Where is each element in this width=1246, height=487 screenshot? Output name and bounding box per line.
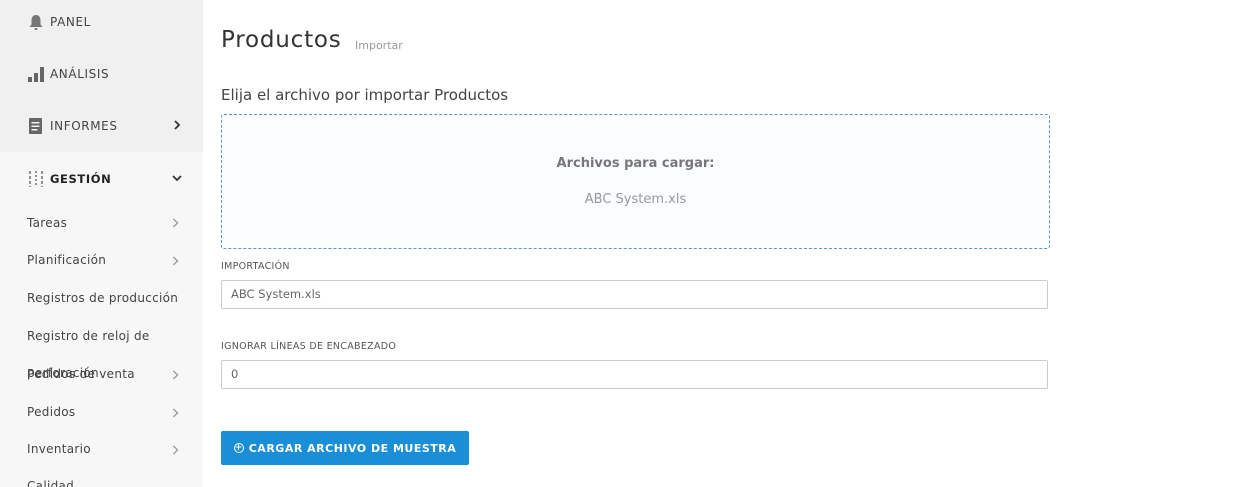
nav-item-label: ANÁLISIS — [50, 67, 110, 81]
page-subtitle: Importar — [355, 39, 403, 52]
bar-chart-icon — [27, 65, 45, 83]
sidebar-item-label: Pedidos — [27, 405, 76, 419]
sidebar-item-label: Tareas — [27, 216, 68, 230]
plus-circle-icon: + — [233, 443, 244, 453]
sidebar-item-label: Registros de producción — [27, 291, 179, 305]
sidebar-item-registros-produccion[interactable]: Registros de producción — [27, 291, 178, 305]
chevron-right-icon — [172, 119, 182, 133]
sidebar-item-label: Calidad — [27, 479, 75, 487]
sliders-icon — [27, 170, 45, 188]
nav-item-label: GESTIÓN — [50, 172, 112, 186]
import-field[interactable]: ABC System.xls — [221, 280, 1048, 309]
chevron-right-icon — [172, 256, 179, 269]
sidebar-item-inventario[interactable]: Inventario — [27, 442, 91, 456]
nav-item-panel[interactable]: PANEL — [27, 13, 91, 31]
chevron-right-icon — [172, 445, 179, 458]
sidebar-item-planificacion[interactable]: Planificación — [27, 253, 106, 267]
main-content: Productos Importar Elija el archivo por … — [221, 0, 1221, 487]
sidebar-item-pedidos[interactable]: Pedidos — [27, 405, 75, 419]
dropzone-title: Archivos para cargar: — [556, 156, 715, 171]
ignore-header-lines-field[interactable]: 0 — [221, 360, 1048, 389]
ignore-header-lines-label: IGNORAR LÍNEAS DE ENCABEZADO — [221, 341, 397, 352]
chevron-right-icon — [172, 408, 179, 421]
choose-file-label: Elija el archivo por importar Productos — [221, 86, 509, 104]
sidebar-item-label: Pedidos de venta — [27, 367, 135, 381]
nav-item-analisis[interactable]: ANÁLISIS — [27, 65, 109, 83]
bell-icon — [27, 13, 45, 31]
import-field-label: IMPORTACIÓN — [221, 261, 290, 272]
upload-sample-label: CARGAR ARCHIVO DE MUESTRA — [248, 441, 457, 455]
file-dropzone[interactable]: Archivos para cargar: ABC System.xls — [221, 114, 1050, 249]
sidebar-item-registro-reloj[interactable]: Registro de reloj de — [27, 329, 150, 343]
sidebar-item-label: Inventario — [27, 442, 91, 456]
nav-item-informes[interactable]: INFORMES — [27, 117, 197, 135]
dropzone-file-name: ABC System.xls — [584, 192, 687, 207]
gestion-section: GESTIÓN Tareas Planificación Registros d… — [0, 152, 203, 487]
sidebar-item-label: Planificación — [27, 253, 107, 267]
nav-item-gestion[interactable]: GESTIÓN — [27, 170, 197, 188]
sidebar-item-pedidos-venta[interactable]: Pedidos de venta — [27, 367, 135, 381]
chevron-down-icon — [172, 172, 182, 186]
upload-sample-button[interactable]: + CARGAR ARCHIVO DE MUESTRA — [221, 431, 469, 465]
sidebar-item-tareas[interactable]: Tareas — [27, 216, 67, 230]
nav-item-label: PANEL — [50, 15, 91, 29]
sidebar: PANEL ANÁLISIS INFORMES GESTIÓN Tareas P… — [0, 0, 203, 487]
sidebar-item-label: Registro de reloj de — [27, 329, 150, 343]
page-title: Productos — [221, 27, 342, 53]
chevron-right-icon — [172, 218, 179, 231]
nav-item-label: INFORMES — [50, 119, 118, 133]
document-icon — [27, 117, 45, 135]
chevron-right-icon — [172, 370, 179, 383]
sidebar-item-calidad[interactable]: Calidad — [27, 479, 74, 487]
